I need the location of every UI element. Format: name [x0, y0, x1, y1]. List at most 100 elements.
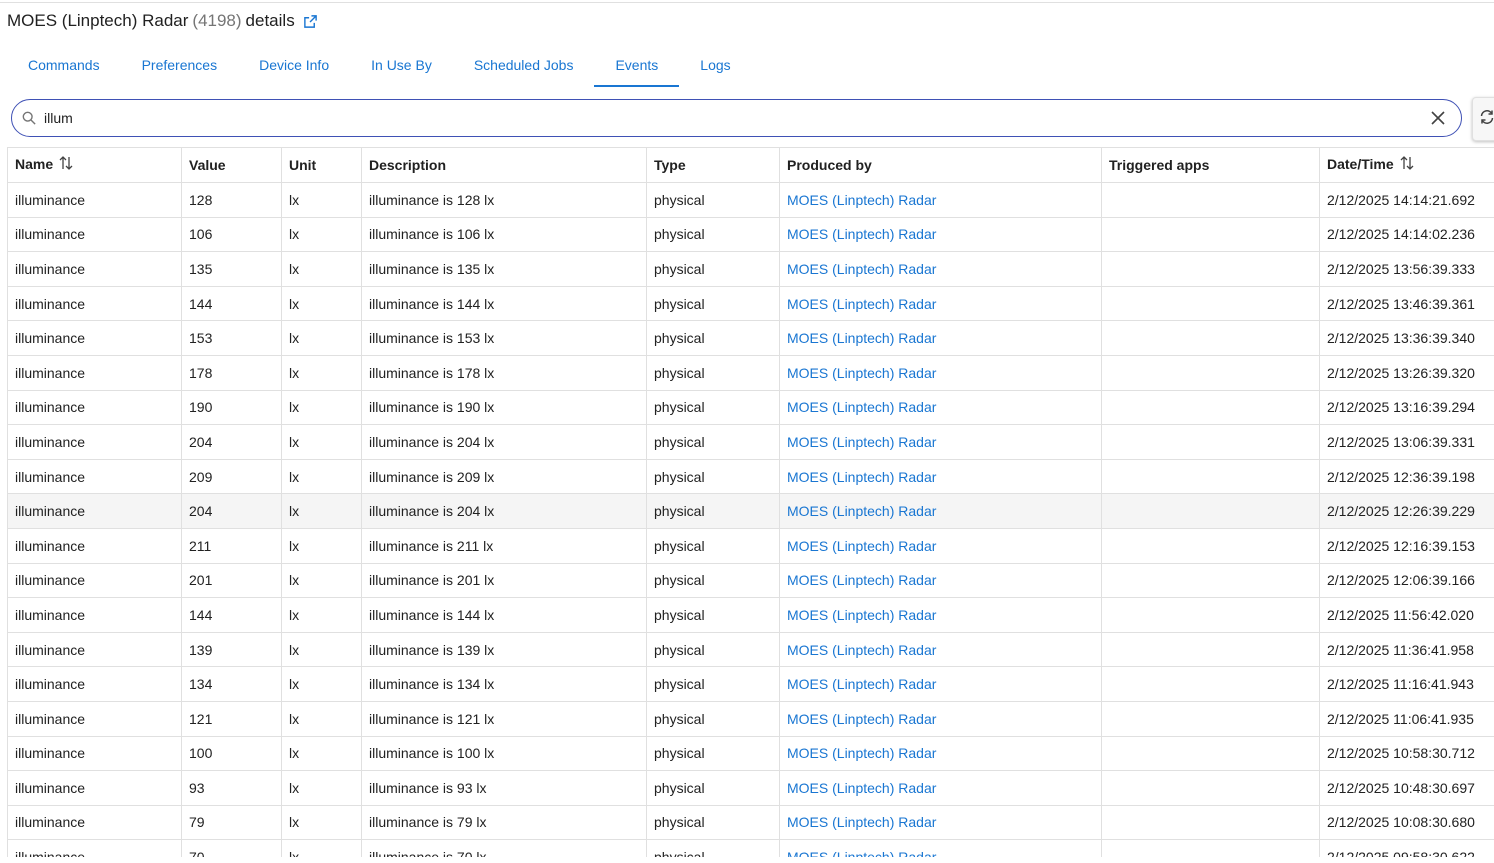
- cell-produced-by[interactable]: MOES (Linptech) Radar: [779, 804, 1102, 841]
- cell-name: illuminance: [7, 562, 182, 599]
- cell-produced-by[interactable]: MOES (Linptech) Radar: [779, 216, 1102, 253]
- cell-produced-by[interactable]: MOES (Linptech) Radar: [779, 251, 1102, 287]
- cell-produced-by[interactable]: MOES (Linptech) Radar: [779, 182, 1102, 218]
- cell-type: physical: [646, 389, 780, 426]
- tab-scheduled-jobs[interactable]: Scheduled Jobs: [453, 45, 595, 87]
- cell-value: 121: [181, 700, 282, 737]
- cell-produced-by[interactable]: MOES (Linptech) Radar: [779, 770, 1102, 806]
- tab-logs[interactable]: Logs: [679, 45, 751, 87]
- cell-produced-by[interactable]: MOES (Linptech) Radar: [779, 527, 1102, 564]
- cell-produced-by[interactable]: MOES (Linptech) Radar: [779, 285, 1102, 322]
- cell-produced-by[interactable]: MOES (Linptech) Radar: [779, 320, 1102, 356]
- cell-produced-by[interactable]: MOES (Linptech) Radar: [779, 839, 1102, 857]
- cell-name: illuminance: [7, 597, 182, 633]
- cell-triggered-apps: [1101, 527, 1320, 564]
- cell-value: 106: [181, 216, 282, 253]
- events-table-container: Name Value Unit Description Type Produce…: [7, 147, 1494, 857]
- cell-triggered-apps: [1101, 458, 1320, 495]
- cell-unit: lx: [281, 458, 362, 495]
- cell-description: illuminance is 135 lx: [361, 251, 647, 287]
- cell-triggered-apps: [1101, 493, 1320, 529]
- cell-triggered-apps: [1101, 251, 1320, 287]
- tab-events[interactable]: Events: [594, 45, 680, 87]
- cell-produced-by[interactable]: MOES (Linptech) Radar: [779, 458, 1102, 495]
- column-header-type: Type: [646, 147, 780, 183]
- search-input[interactable]: [44, 110, 1429, 126]
- search-box: [11, 99, 1462, 137]
- cell-description: illuminance is 190 lx: [361, 389, 647, 426]
- cell-produced-by[interactable]: MOES (Linptech) Radar: [779, 597, 1102, 633]
- cell-triggered-apps: [1101, 770, 1320, 806]
- cell-produced-by[interactable]: MOES (Linptech) Radar: [779, 666, 1102, 702]
- table-row[interactable]: illuminance70lxilluminance is 70 lxphysi…: [7, 839, 1494, 857]
- cell-name: illuminance: [7, 839, 182, 857]
- cell-type: physical: [646, 597, 780, 633]
- cell-type: physical: [646, 804, 780, 841]
- cell-triggered-apps: [1101, 216, 1320, 253]
- table-row[interactable]: illuminance 144 lx illuminance is 144 lx phy…: [7, 285, 1494, 322]
- tab-commands[interactable]: Commands: [7, 45, 121, 87]
- cell-produced-by[interactable]: MOES (Linptech) Radar: [779, 562, 1102, 599]
- tab-device-info[interactable]: Device Info: [238, 45, 350, 87]
- cell-description: illuminance is 139 lx: [361, 631, 647, 668]
- table-row[interactable]: illuminance 128 lx illuminance is 128 lx phy…: [7, 182, 1494, 218]
- tab-in-use-by[interactable]: In Use By: [350, 45, 453, 87]
- table-row[interactable]: illuminance 204 lx illuminance is 204 lx phy…: [7, 493, 1494, 529]
- cell-description: illuminance is 106 lx: [361, 216, 647, 253]
- cell-date-time: 2/12/2025 12:36:39.198: [1319, 458, 1494, 495]
- cell-description: illuminance is 211 lx: [361, 527, 647, 564]
- cell-unit: lx: [281, 562, 362, 599]
- table-row[interactable]: illuminance 209 lx illuminance is 209 lx phy…: [7, 458, 1494, 495]
- cell-type: physical: [646, 216, 780, 253]
- close-icon[interactable]: [1429, 109, 1447, 127]
- cell-date-time: 2/12/2025 12:06:39.166: [1319, 562, 1494, 599]
- cell-triggered-apps: [1101, 354, 1320, 391]
- table-row[interactable]: illuminance 121 lx illuminance is 121 lx phy…: [7, 700, 1494, 737]
- cell-unit: lx: [281, 389, 362, 426]
- refresh-button[interactable]: [1472, 97, 1494, 141]
- table-row[interactable]: illuminance 211 lx illuminance is 211 lx phy…: [7, 527, 1494, 564]
- table-row[interactable]: illuminance 190 lx illuminance is 190 lx phy…: [7, 389, 1494, 426]
- table-row[interactable]: illuminance 153 lx illuminance is 153 lx phy…: [7, 320, 1494, 356]
- table-row[interactable]: illuminance 178 lx illuminance is 178 lx phy…: [7, 354, 1494, 391]
- cell-date-time: 2/12/2025 10:48:30.697: [1319, 770, 1494, 806]
- cell-date-time: 2/12/2025 14:14:02.236: [1319, 216, 1494, 253]
- column-header-unit: Unit: [281, 147, 362, 183]
- sort-icon[interactable]: [1399, 155, 1415, 174]
- column-header-name[interactable]: Name: [7, 147, 182, 183]
- cell-unit: lx: [281, 597, 362, 633]
- tab-preferences[interactable]: Preferences: [121, 45, 238, 87]
- table-row[interactable]: illuminance 134 lx illuminance is 134 lx phy…: [7, 666, 1494, 702]
- cell-produced-by[interactable]: MOES (Linptech) Radar: [779, 631, 1102, 668]
- table-row[interactable]: illuminance 201 lx illuminance is 201 lx phy…: [7, 562, 1494, 599]
- column-header-description: Description: [361, 147, 647, 183]
- cell-name: illuminance: [7, 251, 182, 287]
- table-row[interactable]: illuminance 139 lx illuminance is 139 lx phy…: [7, 631, 1494, 668]
- table-row[interactable]: illuminance 79 lx illuminance is 79 lx physi…: [7, 804, 1494, 841]
- cell-type: physical: [646, 735, 780, 772]
- table-row[interactable]: illuminance 144 lx illuminance is 144 lx phy…: [7, 597, 1494, 633]
- sort-icon[interactable]: [58, 155, 74, 174]
- cell-produced-by[interactable]: MOES (Linptech) Radar: [779, 389, 1102, 426]
- cell-produced-by[interactable]: MOES (Linptech) Radar: [779, 700, 1102, 737]
- table-row[interactable]: illuminance 93 lx illuminance is 93 lx physi…: [7, 770, 1494, 806]
- table-row[interactable]: illuminance 100 lx illuminance is 100 lx phy…: [7, 735, 1494, 772]
- cell-produced-by[interactable]: MOES (Linptech) Radar: [779, 354, 1102, 391]
- cell-produced-by[interactable]: MOES (Linptech) Radar: [779, 493, 1102, 529]
- cell-produced-by[interactable]: MOES (Linptech) Radar: [779, 424, 1102, 460]
- cell-produced-by[interactable]: MOES (Linptech) Radar: [779, 735, 1102, 772]
- cell-name: illuminance: [7, 458, 182, 495]
- table-row[interactable]: illuminance 106 lx illuminance is 106 lx phy…: [7, 216, 1494, 253]
- cell-description: illuminance is 201 lx: [361, 562, 647, 599]
- cell-value: 209: [181, 458, 282, 495]
- table-row[interactable]: illuminance 204 lx illuminance is 204 lx phy…: [7, 424, 1494, 460]
- cell-unit: lx: [281, 700, 362, 737]
- cell-type: physical: [646, 770, 780, 806]
- cell-triggered-apps: [1101, 735, 1320, 772]
- cell-description: illuminance is 204 lx: [361, 424, 647, 460]
- cell-value: 178: [181, 354, 282, 391]
- table-row[interactable]: illuminance 135 lx illuminance is 135 lx phy…: [7, 251, 1494, 287]
- column-header-date-time[interactable]: Date/Time: [1319, 147, 1494, 183]
- cell-name: illuminance: [7, 735, 182, 772]
- external-link-icon[interactable]: [303, 14, 318, 29]
